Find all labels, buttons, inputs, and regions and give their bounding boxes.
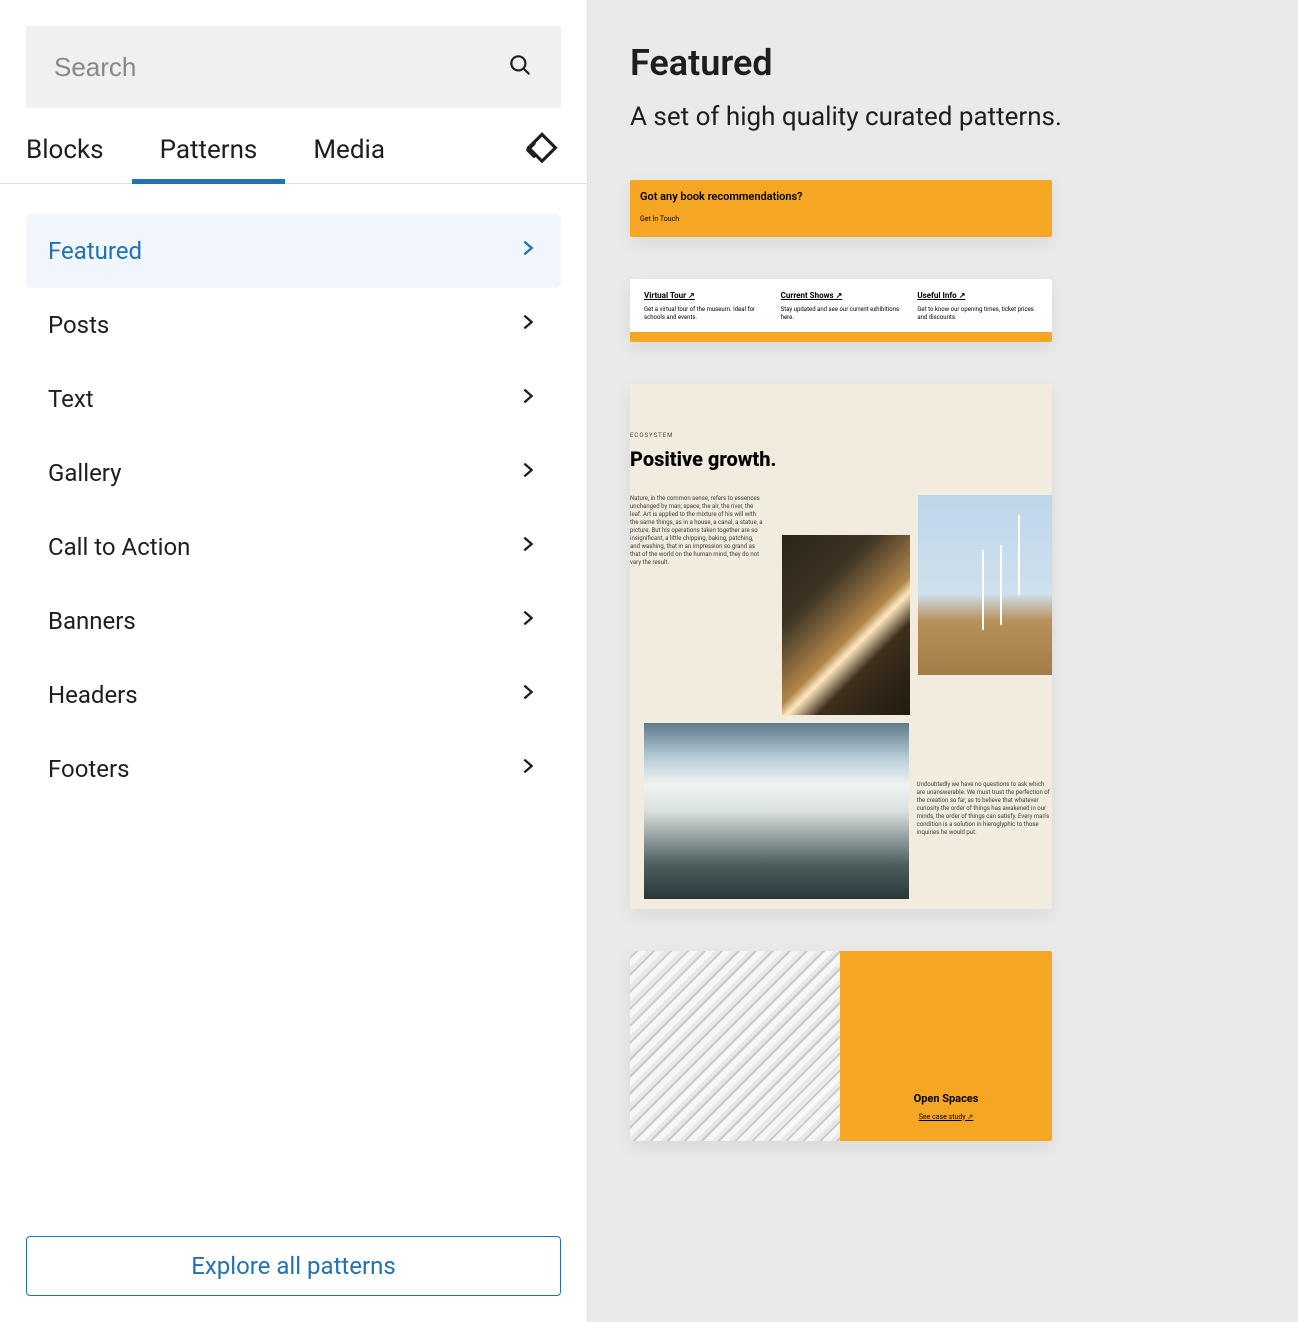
col-title: Current Shows ↗ — [781, 291, 902, 300]
pattern-button-label: Get In Touch — [640, 215, 1042, 223]
inserter-sidebar: Blocks Patterns Media Featured Posts Tex… — [0, 0, 588, 1322]
chevron-right-icon — [517, 237, 539, 265]
category-posts[interactable]: Posts — [26, 288, 561, 362]
patterns-explorer-icon[interactable] — [523, 131, 561, 169]
pattern-headline: Positive growth. — [630, 447, 1052, 471]
explore-all-patterns-button[interactable]: Explore all patterns — [26, 1236, 561, 1296]
pattern-preview-cta[interactable]: Got any book recommendations? Get In Tou… — [630, 180, 1052, 237]
pattern-col: Useful Info ↗ Get to know our opening ti… — [917, 291, 1038, 322]
chevron-right-icon — [517, 607, 539, 635]
pattern-categories: Featured Posts Text Gallery Call to Acti… — [0, 184, 587, 1216]
pattern-preview-growth[interactable]: ECOSYSTEM Positive growth. Nature, in th… — [630, 384, 1052, 909]
pattern-row: Nature, in the common sense, refers to e… — [630, 495, 1052, 715]
pattern-row: Undoubtedly we have no questions to ask … — [630, 723, 1052, 899]
preview-title: Featured — [630, 42, 1298, 84]
pattern-preview-columns[interactable]: Virtual Tour ↗ Get a virtual tour of the… — [630, 279, 1052, 342]
abstract-lines-image — [630, 951, 840, 1141]
category-label: Banners — [48, 607, 136, 635]
category-label: Posts — [48, 311, 109, 339]
windmills-image — [918, 495, 1052, 675]
coast-image — [644, 723, 909, 899]
pattern-columns: Virtual Tour ↗ Get a virtual tour of the… — [630, 279, 1052, 332]
search-box[interactable] — [26, 26, 561, 108]
pattern-heading: Got any book recommendations? — [640, 190, 1042, 203]
pattern-preview-open-spaces[interactable]: Open Spaces See case study ↗ — [630, 951, 1052, 1141]
pattern-paragraph: Nature, in the common sense, refers to e… — [630, 495, 764, 568]
col-desc: Get a virtual tour of the museum. Ideal … — [644, 306, 765, 322]
category-banners[interactable]: Banners — [26, 584, 561, 658]
category-gallery[interactable]: Gallery — [26, 436, 561, 510]
insert-tabs: Blocks Patterns Media — [0, 116, 587, 184]
col-desc: Stay updated and see our current exhibit… — [781, 306, 902, 322]
pattern-accent-strip — [630, 332, 1052, 342]
search-icon — [507, 52, 533, 82]
search-wrap — [0, 0, 587, 116]
pattern-kicker: ECOSYSTEM — [630, 432, 1052, 447]
pattern-title: Open Spaces — [914, 1092, 979, 1105]
category-headers[interactable]: Headers — [26, 658, 561, 732]
col-title: Virtual Tour ↗ — [644, 291, 765, 300]
pattern-preview-pane: Featured A set of high quality curated p… — [588, 0, 1298, 1322]
pattern-col: Current Shows ↗ Stay updated and see our… — [781, 291, 902, 322]
col-desc: Get to know our opening times, ticket pr… — [917, 306, 1038, 322]
search-input[interactable] — [54, 52, 507, 83]
chevron-right-icon — [517, 681, 539, 709]
tab-media[interactable]: Media — [285, 116, 413, 183]
pattern-paragraph: Undoubtedly we have no questions to ask … — [917, 723, 1052, 899]
category-label: Call to Action — [48, 533, 190, 561]
tab-patterns[interactable]: Patterns — [132, 116, 286, 183]
category-label: Text — [48, 385, 94, 413]
category-text[interactable]: Text — [26, 362, 561, 436]
col-title: Useful Info ↗ — [917, 291, 1038, 300]
preview-subtitle: A set of high quality curated patterns. — [630, 102, 1298, 132]
chevron-right-icon — [517, 459, 539, 487]
tab-blocks[interactable]: Blocks — [26, 116, 132, 183]
category-footers[interactable]: Footers — [26, 732, 561, 806]
category-label: Footers — [48, 755, 130, 783]
forest-image — [782, 535, 910, 715]
chevron-right-icon — [517, 385, 539, 413]
category-label: Featured — [48, 237, 142, 265]
category-featured[interactable]: Featured — [26, 214, 561, 288]
pattern-link: See case study ↗ — [919, 1113, 973, 1121]
chevron-right-icon — [517, 311, 539, 339]
pattern-panel: Open Spaces See case study ↗ — [840, 951, 1052, 1141]
pattern-col: Virtual Tour ↗ Get a virtual tour of the… — [644, 291, 765, 322]
category-label: Headers — [48, 681, 138, 709]
chevron-right-icon — [517, 533, 539, 561]
chevron-right-icon — [517, 755, 539, 783]
category-cta[interactable]: Call to Action — [26, 510, 561, 584]
category-label: Gallery — [48, 459, 122, 487]
